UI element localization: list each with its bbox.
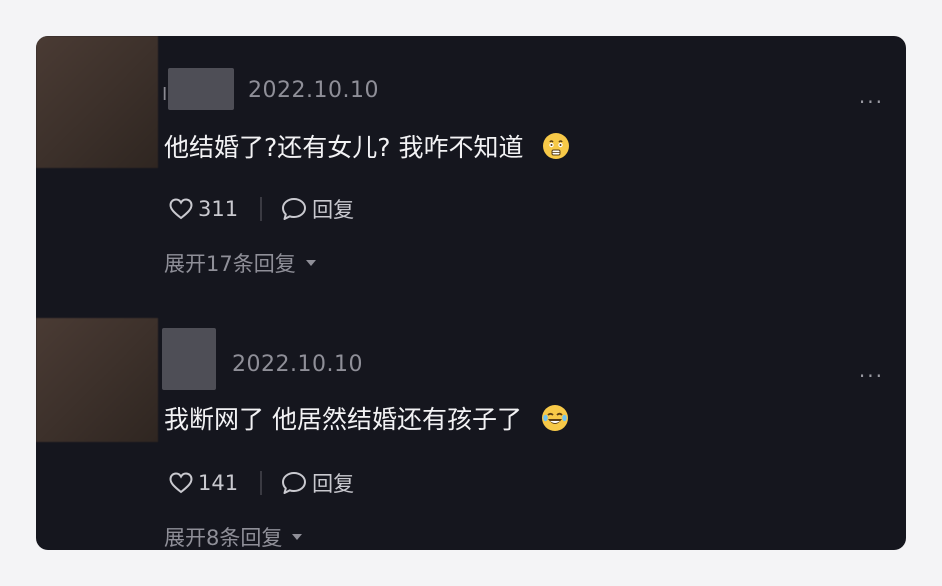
comment-actions: 311 回复	[168, 194, 354, 224]
divider	[260, 197, 263, 221]
caret-down-icon	[305, 260, 316, 266]
comment-text-content: 我断网了 他居然结婚还有孩子了	[164, 405, 522, 434]
comment-item: I 2022.10.10 ... 他结婚了?还有女儿? 我咋不知道 311 回复…	[36, 36, 906, 306]
comment-bubble-icon	[282, 472, 307, 494]
reply-button[interactable]: 回复	[280, 468, 354, 498]
comment-text: 他结婚了?还有女儿? 我咋不知道	[164, 128, 571, 164]
reply-label: 回复	[312, 198, 355, 222]
reply-label: 回复	[312, 472, 355, 496]
divider	[260, 471, 263, 495]
comment-date: 2022.10.10	[232, 352, 363, 377]
shocked-face-icon	[543, 133, 570, 159]
caret-down-icon	[292, 534, 303, 540]
more-options-button[interactable]: ...	[859, 358, 884, 382]
username-redacted[interactable]	[168, 68, 234, 110]
avatar[interactable]	[36, 36, 158, 168]
avatar[interactable]	[36, 318, 158, 442]
heart-icon	[169, 472, 193, 494]
comment-item: 2022.10.10 ... 我断网了 他居然结婚还有孩子了 141 回复 展开…	[36, 318, 906, 550]
screenshot-frame: I 2022.10.10 ... 他结婚了?还有女儿? 我咋不知道 311 回复…	[0, 0, 942, 586]
like-count: 311	[198, 197, 239, 221]
comment-date: 2022.10.10	[248, 78, 379, 103]
comment-text-content: 他结婚了?还有女儿? 我咋不知道	[164, 133, 524, 162]
username-redacted[interactable]	[162, 328, 216, 390]
crying-laughing-face-icon	[541, 405, 568, 431]
reply-button[interactable]: 回复	[280, 194, 354, 224]
like-button[interactable]: 141	[168, 471, 238, 495]
comment-text: 我断网了 他居然结婚还有孩子了	[164, 400, 570, 436]
like-button[interactable]: 311	[168, 197, 238, 221]
comment-panel: I 2022.10.10 ... 他结婚了?还有女儿? 我咋不知道 311 回复…	[36, 36, 906, 550]
expand-replies-label: 展开17条回复	[164, 252, 296, 276]
expand-replies-link[interactable]: 展开8条回复	[164, 522, 303, 550]
expand-replies-label: 展开8条回复	[164, 526, 283, 550]
comment-bubble-icon	[282, 198, 307, 220]
comment-actions: 141 回复	[168, 468, 354, 498]
expand-replies-link[interactable]: 展开17条回复	[164, 248, 316, 278]
like-count: 141	[198, 471, 239, 495]
heart-icon	[169, 198, 193, 220]
more-options-button[interactable]: ...	[859, 84, 884, 108]
